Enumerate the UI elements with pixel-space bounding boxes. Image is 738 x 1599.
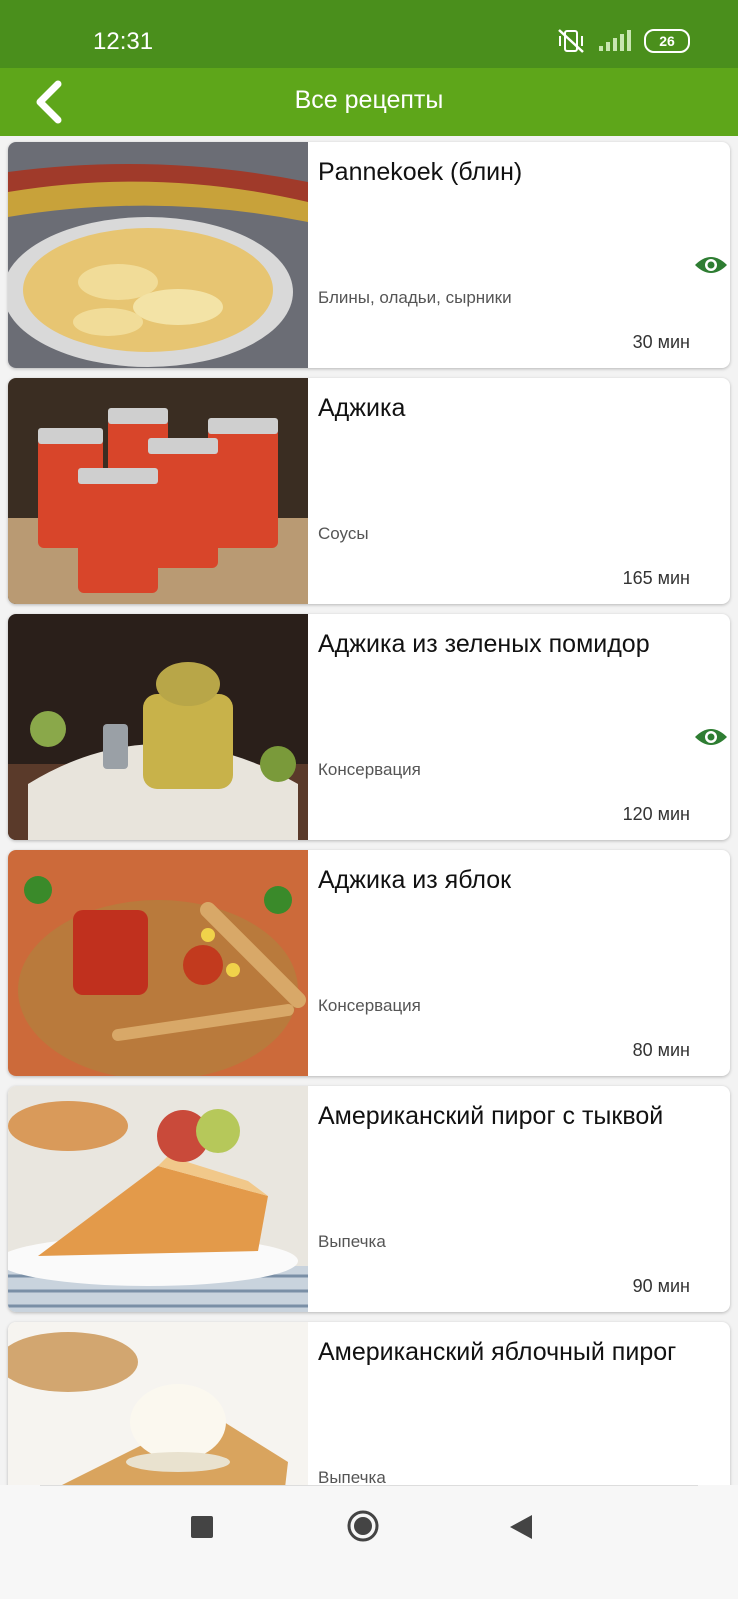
recipe-thumbnail bbox=[8, 850, 308, 1076]
recipe-title: Американский пирог с тыквой bbox=[318, 1102, 664, 1130]
recipe-category: Консервация bbox=[318, 760, 421, 779]
recipe-thumbnail bbox=[8, 1322, 308, 1485]
recents-square-icon[interactable] bbox=[190, 1515, 214, 1539]
system-nav-bar bbox=[0, 1485, 738, 1599]
recipe-card[interactable]: Аджика из яблок Консервация 80 мин bbox=[8, 850, 730, 1076]
recipe-title: Американский яблочный пирог bbox=[318, 1338, 677, 1366]
recipe-card[interactable]: Американский пирог с тыквой Выпечка 90 м… bbox=[8, 1086, 730, 1312]
recipe-title: Аджика из яблок bbox=[318, 866, 512, 894]
recipe-title: Аджика из зеленых помидор bbox=[318, 630, 650, 658]
recipe-thumbnail bbox=[8, 1086, 308, 1312]
recipe-card[interactable]: Аджика Соусы 165 мин bbox=[8, 378, 730, 604]
recipe-card[interactable]: Американский яблочный пирог Выпечка bbox=[8, 1322, 730, 1485]
recipe-category: Консервация bbox=[318, 996, 421, 1015]
recipe-card[interactable]: Pannekoek (блин) Блины, оладьи, сырники … bbox=[8, 142, 730, 368]
signal-icon bbox=[599, 30, 631, 51]
recipe-duration: 90 мин bbox=[632, 1276, 690, 1296]
recipe-card[interactable]: Аджика из зеленых помидор Консервация 12… bbox=[8, 614, 730, 840]
mute-vibrate-icon bbox=[558, 29, 584, 53]
recipe-duration: 120 мин bbox=[622, 804, 690, 824]
battery-icon: 26 bbox=[644, 29, 690, 53]
recipe-duration: 30 мин bbox=[632, 332, 690, 352]
status-icons: 26 bbox=[556, 28, 690, 54]
recipe-thumbnail bbox=[8, 378, 308, 604]
recipe-category: Выпечка bbox=[318, 1468, 386, 1485]
eye-icon bbox=[695, 729, 727, 745]
app-bar: Все рецепты bbox=[0, 68, 738, 136]
page-title: Все рецепты bbox=[294, 86, 444, 114]
recipe-thumbnail bbox=[8, 614, 308, 840]
recipe-title: Pannekoek (блин) bbox=[318, 158, 523, 186]
status-time: 12:31 bbox=[93, 28, 154, 55]
recipe-duration: 80 мин bbox=[632, 1040, 690, 1060]
recipe-category: Блины, оладьи, сырники bbox=[318, 288, 512, 307]
home-circle-icon[interactable] bbox=[346, 1509, 380, 1543]
recipe-category: Выпечка bbox=[318, 1232, 386, 1251]
divider bbox=[40, 1485, 698, 1486]
recipe-duration: 165 мин bbox=[622, 568, 690, 588]
eye-icon bbox=[695, 257, 727, 273]
recipe-title: Аджика bbox=[318, 394, 406, 422]
back-triangle-icon[interactable] bbox=[508, 1513, 534, 1541]
recipe-category: Соусы bbox=[318, 524, 369, 543]
recipe-list[interactable]: Pannekoek (блин) Блины, оладьи, сырники … bbox=[0, 136, 738, 1485]
recipe-thumbnail bbox=[8, 142, 308, 368]
status-bar: 12:31 26 bbox=[0, 0, 738, 68]
